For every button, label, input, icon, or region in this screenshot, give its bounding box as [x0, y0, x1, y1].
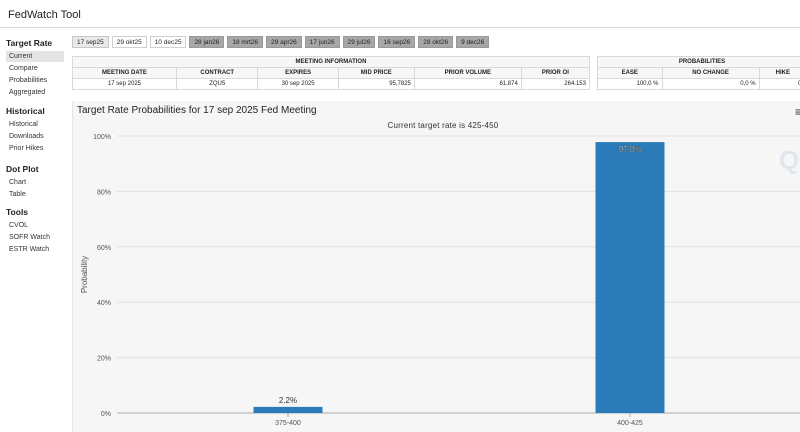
data-label: 2.2% — [279, 396, 297, 405]
sidebar-heading: Historical — [6, 106, 45, 116]
meeting-tab[interactable]: 29 jul26 — [342, 36, 376, 48]
bar — [595, 142, 665, 413]
x-tick-label: 375-400 — [275, 420, 301, 427]
y-tick-label: 100% — [93, 134, 111, 141]
sidebar-item[interactable]: Downloads — [6, 131, 64, 142]
chart-title: Target Rate Probabilities for 17 sep 202… — [77, 105, 317, 116]
table-row: 100,0 % 0,0 % 0, — [597, 78, 800, 90]
y-tick-label: 40% — [97, 300, 111, 307]
column-header: PRIOR VOLUME — [413, 67, 522, 79]
meeting-date-cell: 17 sep 2025 — [72, 78, 177, 90]
chart-panel: Q 0% 20% 40% 60% 80% 100% Probability 375-400 2.… — [72, 101, 800, 432]
y-tick-label: 20% — [97, 356, 111, 363]
no-change-cell: 0,0 % — [661, 78, 760, 90]
meeting-tab[interactable]: 17 jun26 — [304, 36, 340, 48]
meeting-tab[interactable]: 17 sep25 — [72, 36, 109, 48]
data-label: 97.8% — [619, 145, 642, 154]
meeting-tab[interactable]: 28 okt26 — [418, 36, 454, 48]
column-header: HIKE — [758, 67, 800, 79]
ease-cell: 100,0 % — [597, 78, 663, 90]
column-header: MID PRICE — [337, 67, 415, 79]
y-tick-label: 60% — [97, 245, 111, 252]
mid-price-cell: 95,7825 — [337, 78, 415, 90]
column-header: EXPIRES — [257, 67, 339, 79]
sidebar-heading: Target Rate — [6, 38, 53, 48]
y-axis-label: Probability — [80, 256, 89, 293]
hike-cell: 0, — [758, 78, 800, 90]
meeting-information-table: MEETING INFORMATION MEETING DATE CONTRAC… — [72, 56, 591, 90]
sidebar-item[interactable]: SOFR Watch — [6, 232, 64, 243]
column-header: MEETING DATE — [72, 67, 177, 79]
meeting-tab[interactable]: 18 mrt26 — [227, 36, 264, 48]
sidebar-item[interactable]: Probabilities — [6, 75, 64, 86]
app-title: FedWatch Tool — [8, 9, 81, 21]
sidebar-item[interactable]: Table — [6, 189, 64, 200]
sidebar-item[interactable]: Aggregated — [6, 87, 64, 98]
sidebar-item[interactable]: Compare — [6, 63, 64, 74]
sidebar-item[interactable]: CVOL — [6, 220, 64, 231]
probabilities-table: PROBABILITIES EASE NO CHANGE HIKE 100,0 … — [597, 56, 800, 90]
meeting-tab[interactable]: 10 dec25 — [149, 36, 187, 48]
column-header: EASE — [597, 67, 663, 79]
meeting-tab[interactable]: 9 dec26 — [456, 36, 490, 48]
y-tick-label: 0% — [101, 411, 111, 418]
title-bar: FedWatch Tool — [0, 0, 800, 28]
prior-volume-cell: 61.874 — [413, 78, 522, 90]
meeting-tab[interactable]: 29 apr26 — [266, 36, 302, 48]
y-tick-label: 80% — [97, 189, 111, 196]
bar — [253, 406, 323, 413]
column-header: PRIOR OI — [520, 67, 591, 79]
table-row: 17 sep 2025 ZQU5 30 sep 2025 95,7825 61.… — [72, 78, 591, 90]
sidebar-heading: Tools — [6, 207, 29, 217]
meeting-information-title: MEETING INFORMATION — [72, 56, 590, 68]
meeting-tab[interactable]: 28 jan26 — [189, 36, 225, 48]
sidebar-item[interactable]: Prior Hikes — [6, 143, 64, 154]
expires-cell: 30 sep 2025 — [257, 78, 339, 90]
meeting-tabs: 17 sep25 29 okt25 10 dec25 28 jan26 18 mrt26… — [72, 36, 490, 48]
sidebar: Target Rate Current Compare Probabilities Ag… — [0, 30, 68, 432]
sidebar-item[interactable]: ESTR Watch — [6, 244, 64, 255]
x-tick-label: 400-425 — [617, 420, 643, 427]
meeting-tab[interactable]: 29 okt25 — [111, 36, 147, 48]
hamburger-menu-icon[interactable]: ≡ — [795, 105, 800, 119]
prior-oi-cell: 264.153 — [520, 78, 591, 90]
sidebar-item[interactable]: Chart — [6, 177, 64, 188]
bar-chart: 0% 20% 40% 60% 80% 100% Probability 375-400 2.2%… — [80, 134, 800, 427]
sidebar-item[interactable]: Current — [6, 51, 64, 62]
column-header: NO CHANGE — [661, 67, 760, 79]
sidebar-item[interactable]: Historical — [6, 119, 64, 130]
probabilities-title: PROBABILITIES — [597, 56, 800, 68]
contract-cell: ZQU5 — [175, 78, 259, 90]
column-header: CONTRACT — [175, 67, 259, 79]
sidebar-heading: Dot Plot — [6, 164, 39, 174]
meeting-tab[interactable]: 16 sep26 — [378, 36, 416, 48]
chart-subtitle: Current target rate is 425-450 — [387, 121, 499, 130]
